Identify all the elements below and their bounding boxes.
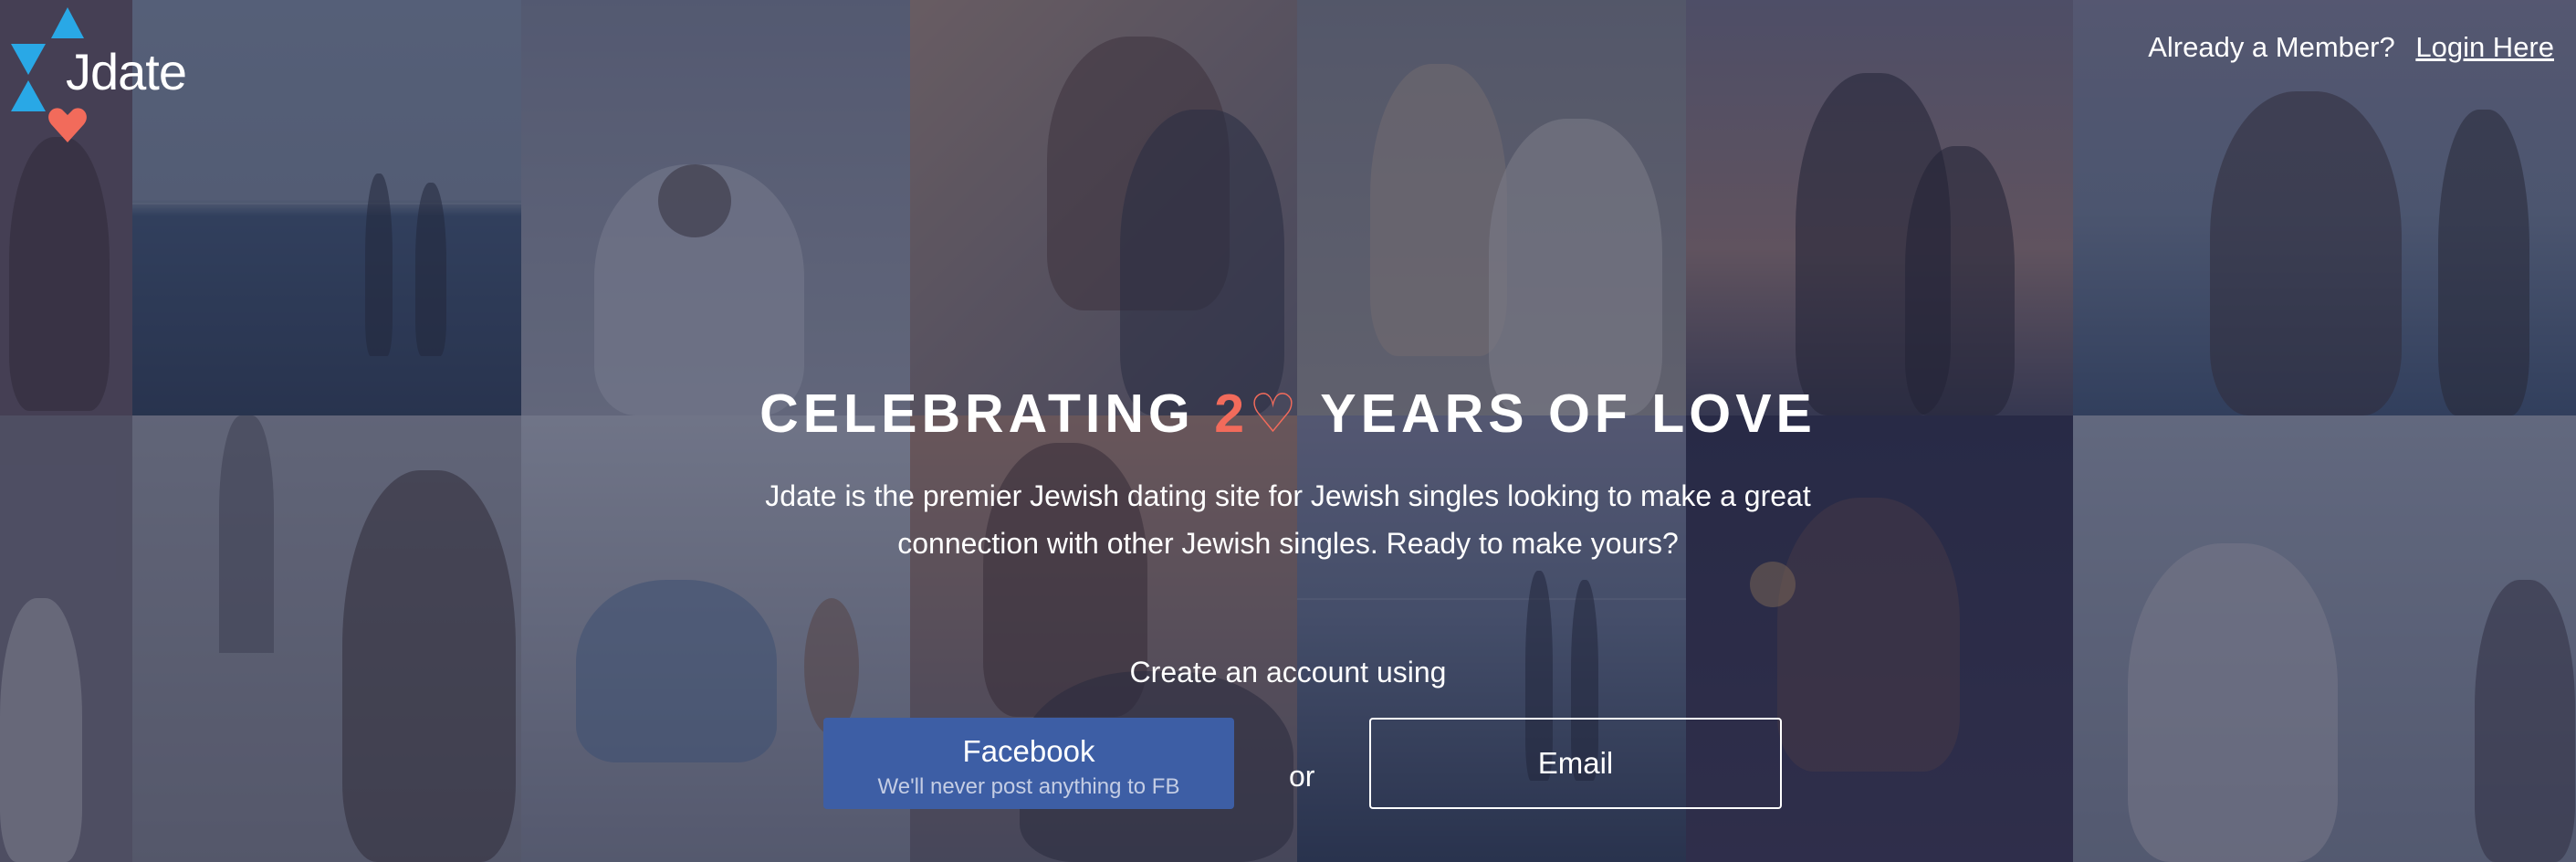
login-link[interactable]: Login Here (2415, 31, 2554, 63)
logo-wordmark: Jdate (66, 43, 187, 100)
create-account-prompt: Create an account using (1129, 656, 1447, 689)
jdate-logo[interactable]: Jdate (11, 7, 203, 144)
headline-pre: CELEBRATING (759, 384, 1215, 444)
email-signup-button[interactable]: Email (1369, 718, 1782, 809)
hero-description: Jdate is the premier Jewish dating site … (765, 479, 1811, 560)
headline-post: YEARS OF LOVE (1301, 384, 1817, 444)
facebook-signup-button[interactable]: Facebook We'll never post anything to FB (823, 718, 1234, 809)
signup-buttons: Facebook We'll never post anything to FB… (0, 718, 2576, 809)
or-separator: or (1289, 760, 1315, 793)
headline-number: 2 (1214, 384, 1250, 444)
facebook-button-label: Facebook (962, 734, 1095, 768)
facebook-button-note: We'll never post anything to FB (877, 774, 1180, 799)
hero-section: CELEBRATING 2♡ YEARS OF LOVE Jdate is th… (0, 382, 2576, 567)
heart-icon: ♡ (1249, 384, 1302, 444)
hero-headline: CELEBRATING 2♡ YEARS OF LOVE (0, 382, 2576, 445)
member-prompt: Already a Member? (2148, 31, 2395, 63)
member-login-area: Already a Member? Login Here (2148, 31, 2554, 64)
